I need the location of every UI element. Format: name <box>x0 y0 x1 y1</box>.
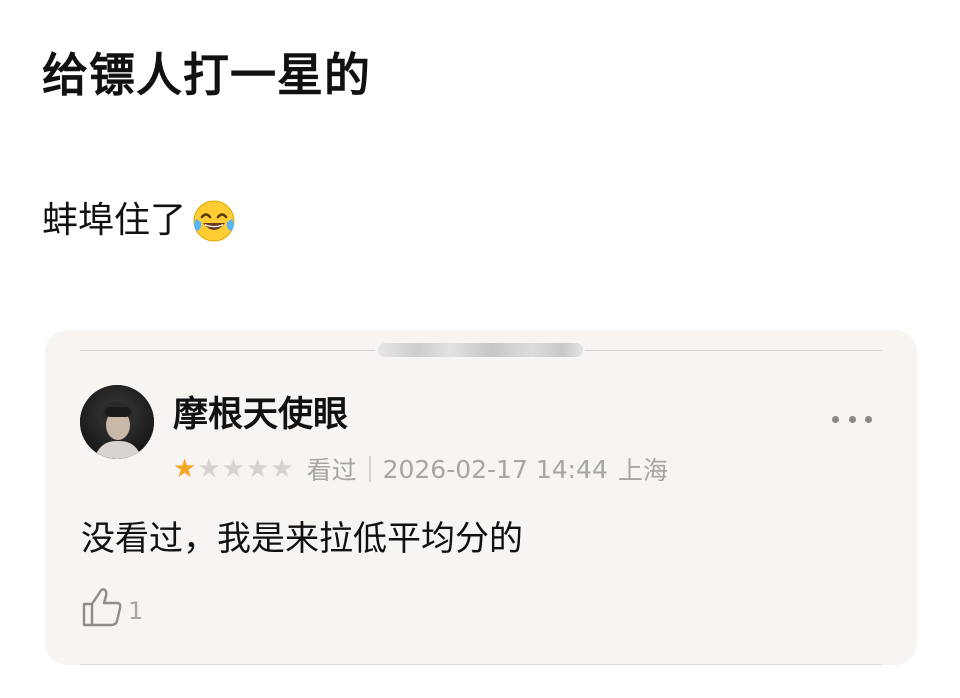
more-horizontal-icon <box>832 415 839 423</box>
star-empty-icon: ★ <box>245 454 270 484</box>
like-button[interactable]: 1 <box>80 586 143 632</box>
page: 给镖人打一星的 蚌埠住了 摩根天使眼 ★ ★ ★ ★ ★ 看过 2026-02-… <box>0 0 960 698</box>
meta-separator <box>368 456 371 482</box>
star-empty-icon: ★ <box>270 454 294 484</box>
blurred-watermark <box>377 343 583 357</box>
post-body: 蚌埠住了 <box>42 197 238 245</box>
star-empty-icon: ★ <box>221 454 245 484</box>
more-horizontal-icon-dot <box>848 415 856 423</box>
review-meta: ★ ★ ★ ★ ★ 看过 2026-02-17 14:44 上海 <box>173 452 668 486</box>
username[interactable]: 摩根天使眼 <box>173 398 348 433</box>
review-datetime: 2026-02-17 14:44 <box>382 454 608 484</box>
review-card: 摩根天使眼 ★ ★ ★ ★ ★ 看过 2026-02-17 14:44 上海 没… <box>45 330 917 665</box>
star-filled-icon: ★ <box>173 454 197 484</box>
star-rating: ★ ★ ★ ★ ★ <box>173 456 295 482</box>
like-count: 1 <box>128 597 144 625</box>
more-horizontal-icon-dot <box>865 415 872 423</box>
review-location: 上海 <box>617 456 668 485</box>
post-body-text: 蚌埠住了 <box>42 200 187 241</box>
card-bottom-divider <box>80 664 882 665</box>
more-options-button[interactable] <box>832 412 872 426</box>
avatar[interactable] <box>80 385 154 459</box>
review-text: 没看过，我是来拉低平均分的 <box>81 519 523 559</box>
thumbs-up-icon <box>80 586 124 632</box>
watch-status: 看过 <box>306 456 357 485</box>
star-empty-icon: ★ <box>197 454 221 484</box>
card-handle <box>375 341 585 359</box>
post-title: 给镖人打一星的 <box>42 48 371 102</box>
tears-of-joy-emoji-icon <box>190 197 238 245</box>
